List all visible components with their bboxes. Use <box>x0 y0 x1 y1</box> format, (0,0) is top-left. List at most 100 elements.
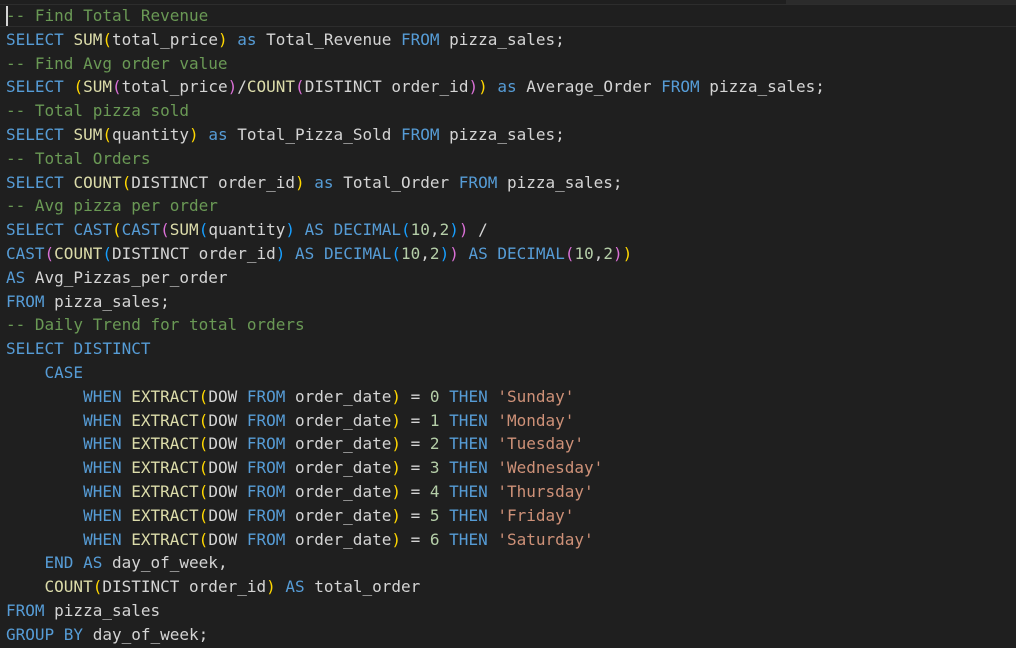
code-token-default: = <box>400 458 430 478</box>
code-token-default: = <box>400 505 430 525</box>
code-line[interactable]: WHEN EXTRACT(DOW FROM order_date) = 3 TH… <box>6 456 825 480</box>
code-token-default: order_date <box>285 481 392 501</box>
code-token-keyword: FROM <box>458 172 498 192</box>
code-line[interactable]: FROM pizza_sales; <box>6 290 825 314</box>
code-line[interactable]: WHEN EXTRACT(DOW FROM order_date) = 5 TH… <box>6 504 825 528</box>
code-token-paren3: ( <box>391 243 402 263</box>
code-line[interactable]: SELECT CAST(CAST(SUM(quantity) AS DECIMA… <box>6 218 825 242</box>
code-token-string: 'Thursday' <box>497 481 594 501</box>
code-token-function: COUNT <box>246 77 296 97</box>
code-line[interactable]: WHEN EXTRACT(DOW FROM order_date) = 6 TH… <box>6 528 825 552</box>
code-line[interactable]: SELECT SUM(total_price) as Total_Revenue… <box>6 28 825 52</box>
code-token-default <box>6 458 83 477</box>
code-line[interactable]: CASE <box>6 361 825 385</box>
code-token-keyword: WHEN <box>83 458 122 478</box>
code-token-function: EXTRACT <box>131 505 199 525</box>
code-token-default <box>64 173 74 192</box>
code-content[interactable]: -- Find Total Revenue SELECT SUM(total_pr… <box>6 4 825 647</box>
code-line[interactable]: -- Avg pizza per order <box>6 194 825 218</box>
code-line[interactable]: WHEN EXTRACT(DOW FROM order_date) = 0 TH… <box>6 385 825 409</box>
code-line[interactable]: SELECT (SUM(total_price)/COUNT(DISTINCT … <box>6 75 825 99</box>
code-line[interactable]: SELECT SUM(quantity) as Total_Pizza_Sold… <box>6 123 825 147</box>
code-line[interactable]: WHEN EXTRACT(DOW FROM order_date) = 2 TH… <box>6 432 825 456</box>
code-line[interactable]: CAST(COUNT(DISTINCT order_id) AS DECIMAL… <box>6 242 825 266</box>
code-token-number: 10 <box>410 220 430 240</box>
code-token-default: DOW <box>208 458 247 478</box>
code-token-default <box>6 530 83 549</box>
code-line[interactable]: WHEN EXTRACT(DOW FROM order_date) = 4 TH… <box>6 480 825 504</box>
code-token-keyword: as <box>314 172 334 192</box>
code-token-function: COUNT <box>44 577 93 597</box>
code-line[interactable]: FROM pizza_sales <box>6 599 825 623</box>
code-token-keyword: WHEN <box>83 386 122 406</box>
code-token-default: total_price <box>111 29 218 49</box>
code-token-number: 4 <box>429 481 440 501</box>
code-line[interactable]: -- Find Total Revenue <box>6 4 825 28</box>
code-token-paren3: ) <box>449 220 459 240</box>
code-token-default <box>488 458 498 477</box>
code-token-keyword: THEN <box>449 386 488 406</box>
code-token-keyword: FROM <box>401 29 440 49</box>
code-line[interactable]: END AS day_of_week, <box>6 551 825 575</box>
code-token-default: pizza_sales; <box>699 77 825 97</box>
code-line[interactable]: -- Total pizza sold <box>6 99 825 123</box>
code-line[interactable]: GROUP BY day_of_week; <box>6 623 825 647</box>
code-token-default: Average_Order <box>516 77 662 97</box>
code-line[interactable]: -- Find Avg order value <box>6 52 825 76</box>
code-token-default: day_of_week, <box>102 553 228 573</box>
code-token-keyword: THEN <box>449 529 488 549</box>
code-token-keyword: FROM <box>246 481 286 501</box>
code-line[interactable]: SELECT COUNT(DISTINCT order_id) as Total… <box>6 171 825 195</box>
code-token-paren1: ) <box>391 481 401 501</box>
code-token-number: 10 <box>574 243 594 263</box>
code-token-keyword: CAST <box>73 220 112 240</box>
code-token-default: = <box>400 386 430 406</box>
code-token-number: 6 <box>429 529 440 549</box>
code-token-default: DISTINCT order_id <box>131 172 296 192</box>
code-line[interactable]: SELECT DISTINCT <box>6 337 825 361</box>
code-token-keyword: SELECT <box>6 172 64 192</box>
code-token-paren1: ( <box>198 386 209 406</box>
code-editor[interactable]: -- Find Total Revenue SELECT SUM(total_pr… <box>0 0 1016 648</box>
code-token-paren1: ) <box>391 505 401 525</box>
code-token-default <box>440 530 450 549</box>
code-token-keyword: THEN <box>449 410 488 430</box>
code-token-keyword: END <box>44 553 74 573</box>
code-token-function: EXTRACT <box>131 481 199 501</box>
code-token-paren2: ) <box>227 77 238 97</box>
code-line[interactable]: -- Daily Trend for total orders <box>6 313 825 337</box>
code-token-keyword: as <box>497 77 517 97</box>
code-token-keyword: WHEN <box>83 481 122 501</box>
code-token-paren1: ( <box>198 410 209 430</box>
code-line[interactable]: COUNT(DISTINCT order_id) AS total_order <box>6 575 825 599</box>
code-token-default: quantity <box>208 220 286 240</box>
code-token-keyword: FROM <box>246 529 286 549</box>
code-token-keyword: THEN <box>449 458 488 478</box>
code-token-default: Total_Pizza_Sold <box>227 124 401 144</box>
code-token-paren3: ( <box>198 220 209 240</box>
code-token-default <box>6 553 45 572</box>
code-line[interactable]: AS Avg_Pizzas_per_order <box>6 266 825 290</box>
code-token-function: SUM <box>169 220 199 240</box>
code-token-keyword: WHEN <box>83 505 122 525</box>
code-token-default: total_order <box>304 577 421 597</box>
code-token-function: EXTRACT <box>131 410 199 430</box>
code-token-number: 5 <box>429 505 440 525</box>
code-token-default: = <box>400 434 430 454</box>
code-token-paren1: ) <box>622 243 633 263</box>
code-token-string: 'Saturday' <box>497 529 594 549</box>
code-token-keyword: DISTINCT <box>73 339 151 359</box>
code-token-paren1: ( <box>198 434 209 454</box>
code-token-number: 2 <box>603 243 614 263</box>
code-token-paren2: ( <box>295 77 305 97</box>
code-token-number: 10 <box>401 243 421 263</box>
code-token-default <box>324 220 334 239</box>
code-line[interactable]: WHEN EXTRACT(DOW FROM order_date) = 1 TH… <box>6 409 825 433</box>
code-token-function: EXTRACT <box>131 386 199 406</box>
code-token-keyword: DECIMAL <box>323 243 392 263</box>
code-line[interactable]: -- Total Orders <box>6 147 825 171</box>
code-token-function: COUNT <box>73 172 122 192</box>
code-token-paren3: ) <box>285 220 296 240</box>
code-token-default <box>122 458 132 477</box>
code-token-default: order_date <box>285 529 392 549</box>
